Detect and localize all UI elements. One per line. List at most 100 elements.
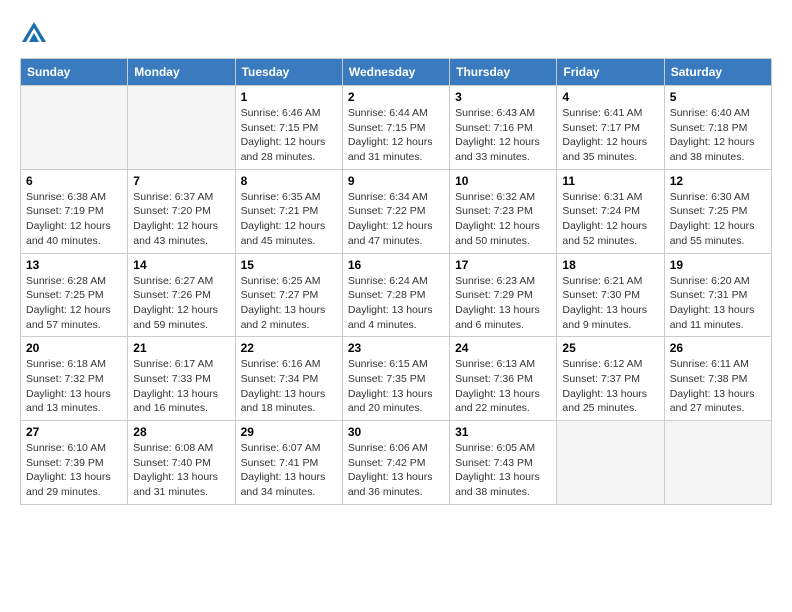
calendar-cell: 29Sunrise: 6:07 AM Sunset: 7:41 PM Dayli… — [235, 421, 342, 505]
page-header — [20, 20, 772, 48]
day-number: 27 — [26, 425, 122, 439]
week-row-2: 6 Sunrise: 6:38 AM Sunset: 7:19 PM Daylig… — [21, 169, 772, 253]
day-number: 5 — [670, 90, 766, 104]
weekday-header-row: SundayMondayTuesdayWednesdayThursdayFrid… — [21, 59, 772, 86]
day-info: Sunrise: 6:24 AM Sunset: 7:28 PM Dayligh… — [348, 274, 444, 333]
day-info: Sunrise: 6:17 AM Sunset: 7:33 PM Dayligh… — [133, 357, 229, 416]
weekday-header-wednesday: Wednesday — [342, 59, 449, 86]
day-number: 31 — [455, 425, 551, 439]
day-number: 24 — [455, 341, 551, 355]
day-info: Sunrise: 6:27 AM Sunset: 7:26 PM Dayligh… — [133, 274, 229, 333]
weekday-header-saturday: Saturday — [664, 59, 771, 86]
calendar-cell: 2Sunrise: 6:44 AM Sunset: 7:15 PM Daylig… — [342, 86, 449, 170]
week-row-5: 27 Sunrise: 6:10 AM Sunset: 7:39 PM Dayli… — [21, 421, 772, 505]
calendar-cell: 14Sunrise: 6:27 AM Sunset: 7:26 PM Dayli… — [128, 253, 235, 337]
day-number: 22 — [241, 341, 337, 355]
weekday-header-monday: Monday — [128, 59, 235, 86]
day-info: Sunrise: 6:20 AM Sunset: 7:31 PM Dayligh… — [670, 274, 766, 333]
calendar-cell: 27 Sunrise: 6:10 AM Sunset: 7:39 PM Dayli… — [21, 421, 128, 505]
day-info: Sunrise: 6:38 AM Sunset: 7:19 PM Dayligh… — [26, 190, 122, 249]
day-number: 6 — [26, 174, 122, 188]
day-info: Sunrise: 6:40 AM Sunset: 7:18 PM Dayligh… — [670, 106, 766, 165]
calendar-cell — [21, 86, 128, 170]
calendar-cell — [128, 86, 235, 170]
calendar-cell: 18 Sunrise: 6:21 AM Sunset: 7:30 PM Dayli… — [557, 253, 664, 337]
calendar-cell: 7Sunrise: 6:37 AM Sunset: 7:20 PM Daylig… — [128, 169, 235, 253]
day-info: Sunrise: 6:43 AM Sunset: 7:16 PM Dayligh… — [455, 106, 551, 165]
day-number: 9 — [348, 174, 444, 188]
calendar-cell: 6 Sunrise: 6:38 AM Sunset: 7:19 PM Daylig… — [21, 169, 128, 253]
day-info: Sunrise: 6:08 AM Sunset: 7:40 PM Dayligh… — [133, 441, 229, 500]
calendar-cell: 12 Sunrise: 6:30 AM Sunset: 7:25 PM Dayli… — [664, 169, 771, 253]
week-row-1: 1 Sunrise: 6:46 AM Sunset: 7:15 PM Daylig… — [21, 86, 772, 170]
calendar-cell: 19 Sunrise: 6:20 AM Sunset: 7:31 PM Dayli… — [664, 253, 771, 337]
day-info: Sunrise: 6:21 AM Sunset: 7:30 PM Dayligh… — [562, 274, 658, 333]
calendar-table: SundayMondayTuesdayWednesdayThursdayFrid… — [20, 58, 772, 505]
weekday-header-tuesday: Tuesday — [235, 59, 342, 86]
day-info: Sunrise: 6:10 AM Sunset: 7:39 PM Dayligh… — [26, 441, 122, 500]
day-number: 7 — [133, 174, 229, 188]
day-number: 18 — [562, 258, 658, 272]
day-number: 29 — [241, 425, 337, 439]
calendar-cell: 13 Sunrise: 6:28 AM Sunset: 7:25 PM Dayli… — [21, 253, 128, 337]
calendar-cell — [664, 421, 771, 505]
day-number: 3 — [455, 90, 551, 104]
day-info: Sunrise: 6:06 AM Sunset: 7:42 PM Dayligh… — [348, 441, 444, 500]
calendar-cell: 4Sunrise: 6:41 AM Sunset: 7:17 PM Daylig… — [557, 86, 664, 170]
calendar-cell: 8 Sunrise: 6:35 AM Sunset: 7:21 PM Daylig… — [235, 169, 342, 253]
calendar-cell: 10 Sunrise: 6:32 AM Sunset: 7:23 PM Dayli… — [450, 169, 557, 253]
weekday-header-thursday: Thursday — [450, 59, 557, 86]
day-info: Sunrise: 6:16 AM Sunset: 7:34 PM Dayligh… — [241, 357, 337, 416]
day-info: Sunrise: 6:46 AM Sunset: 7:15 PM Dayligh… — [241, 106, 337, 165]
calendar-cell: 21 Sunrise: 6:17 AM Sunset: 7:33 PM Dayli… — [128, 337, 235, 421]
day-number: 11 — [562, 174, 658, 188]
day-info: Sunrise: 6:12 AM Sunset: 7:37 PM Dayligh… — [562, 357, 658, 416]
logo-icon — [20, 20, 48, 48]
day-info: Sunrise: 6:41 AM Sunset: 7:17 PM Dayligh… — [562, 106, 658, 165]
day-number: 19 — [670, 258, 766, 272]
day-number: 1 — [241, 90, 337, 104]
day-number: 2 — [348, 90, 444, 104]
calendar-cell — [557, 421, 664, 505]
day-number: 21 — [133, 341, 229, 355]
calendar-cell: 28Sunrise: 6:08 AM Sunset: 7:40 PM Dayli… — [128, 421, 235, 505]
day-number: 20 — [26, 341, 122, 355]
calendar-cell: 31 Sunrise: 6:05 AM Sunset: 7:43 PM Dayli… — [450, 421, 557, 505]
day-info: Sunrise: 6:25 AM Sunset: 7:27 PM Dayligh… — [241, 274, 337, 333]
day-number: 25 — [562, 341, 658, 355]
day-number: 30 — [348, 425, 444, 439]
day-info: Sunrise: 6:32 AM Sunset: 7:23 PM Dayligh… — [455, 190, 551, 249]
calendar-cell: 5 Sunrise: 6:40 AM Sunset: 7:18 PM Daylig… — [664, 86, 771, 170]
calendar-cell: 26 Sunrise: 6:11 AM Sunset: 7:38 PM Dayli… — [664, 337, 771, 421]
calendar-cell: 22 Sunrise: 6:16 AM Sunset: 7:34 PM Dayli… — [235, 337, 342, 421]
day-info: Sunrise: 6:11 AM Sunset: 7:38 PM Dayligh… — [670, 357, 766, 416]
calendar-cell: 30 Sunrise: 6:06 AM Sunset: 7:42 PM Dayli… — [342, 421, 449, 505]
day-info: Sunrise: 6:34 AM Sunset: 7:22 PM Dayligh… — [348, 190, 444, 249]
day-info: Sunrise: 6:05 AM Sunset: 7:43 PM Dayligh… — [455, 441, 551, 500]
day-info: Sunrise: 6:28 AM Sunset: 7:25 PM Dayligh… — [26, 274, 122, 333]
day-number: 12 — [670, 174, 766, 188]
calendar-cell: 25 Sunrise: 6:12 AM Sunset: 7:37 PM Dayli… — [557, 337, 664, 421]
day-number: 26 — [670, 341, 766, 355]
day-number: 8 — [241, 174, 337, 188]
day-info: Sunrise: 6:30 AM Sunset: 7:25 PM Dayligh… — [670, 190, 766, 249]
calendar-cell: 9 Sunrise: 6:34 AM Sunset: 7:22 PM Daylig… — [342, 169, 449, 253]
calendar-cell: 3 Sunrise: 6:43 AM Sunset: 7:16 PM Daylig… — [450, 86, 557, 170]
day-number: 16 — [348, 258, 444, 272]
calendar-cell: 24Sunrise: 6:13 AM Sunset: 7:36 PM Dayli… — [450, 337, 557, 421]
weekday-header-friday: Friday — [557, 59, 664, 86]
day-number: 10 — [455, 174, 551, 188]
day-info: Sunrise: 6:35 AM Sunset: 7:21 PM Dayligh… — [241, 190, 337, 249]
day-number: 13 — [26, 258, 122, 272]
day-info: Sunrise: 6:31 AM Sunset: 7:24 PM Dayligh… — [562, 190, 658, 249]
day-info: Sunrise: 6:23 AM Sunset: 7:29 PM Dayligh… — [455, 274, 551, 333]
weekday-header-sunday: Sunday — [21, 59, 128, 86]
calendar-cell: 16 Sunrise: 6:24 AM Sunset: 7:28 PM Dayli… — [342, 253, 449, 337]
calendar-cell: 1 Sunrise: 6:46 AM Sunset: 7:15 PM Daylig… — [235, 86, 342, 170]
logo — [20, 20, 52, 48]
calendar-cell: 11 Sunrise: 6:31 AM Sunset: 7:24 PM Dayli… — [557, 169, 664, 253]
day-info: Sunrise: 6:18 AM Sunset: 7:32 PM Dayligh… — [26, 357, 122, 416]
week-row-3: 13 Sunrise: 6:28 AM Sunset: 7:25 PM Dayli… — [21, 253, 772, 337]
day-number: 23 — [348, 341, 444, 355]
day-info: Sunrise: 6:15 AM Sunset: 7:35 PM Dayligh… — [348, 357, 444, 416]
